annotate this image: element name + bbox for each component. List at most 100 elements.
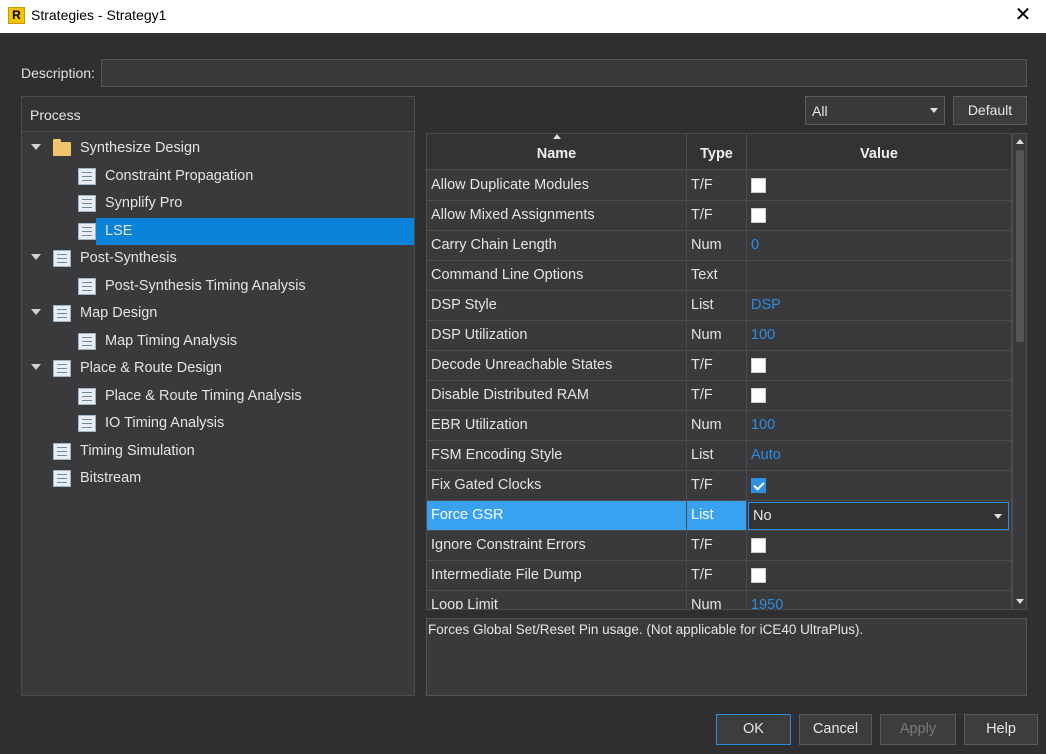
property-value-cell[interactable] [747, 351, 1012, 381]
property-name: Disable Distributed RAM [427, 381, 687, 411]
tree-item[interactable]: Map Design [22, 300, 414, 327]
list-doc-icon [78, 415, 96, 432]
property-value-cell[interactable] [747, 261, 1012, 291]
property-row[interactable]: DSP Style List DSP [427, 291, 1012, 321]
window-title: Strategies - Strategy1 [31, 7, 167, 23]
property-type: T/F [687, 381, 747, 411]
property-value-cell[interactable]: DSP [747, 291, 1012, 321]
tree-item[interactable]: Bitstream [22, 465, 414, 492]
filter-select[interactable]: All [805, 96, 945, 125]
property-value-select-text: No [753, 508, 772, 524]
property-value-cell[interactable] [747, 171, 1012, 201]
property-row[interactable]: Disable Distributed RAM T/F [427, 381, 1012, 411]
property-row[interactable]: Intermediate File Dump T/F [427, 561, 1012, 591]
property-value-cell[interactable] [747, 471, 1012, 501]
property-value-cell[interactable]: Auto [747, 441, 1012, 471]
property-grid: Name Type Value Allow Duplicate Modules T… [426, 133, 1027, 610]
cancel-button[interactable]: Cancel [799, 714, 872, 745]
scroll-up-icon[interactable] [1016, 139, 1024, 144]
property-checkbox[interactable] [751, 478, 766, 493]
tree-item[interactable]: IO Timing Analysis [22, 410, 414, 437]
scroll-thumb[interactable] [1016, 150, 1024, 342]
property-name: FSM Encoding Style [427, 441, 687, 471]
property-value-cell[interactable]: 100 [747, 411, 1012, 441]
description-input[interactable] [101, 59, 1027, 87]
tree-item[interactable]: Place & Route Design [22, 355, 414, 382]
property-value-cell[interactable]: 0 [747, 231, 1012, 261]
property-value-cell[interactable] [747, 531, 1012, 561]
expand-arrow-icon[interactable] [31, 309, 41, 315]
vertical-scrollbar[interactable] [1012, 134, 1026, 609]
property-value-cell[interactable]: No [747, 501, 1012, 531]
tree-item[interactable]: Post-Synthesis [22, 245, 414, 272]
property-value: 100 [751, 327, 776, 343]
property-value-cell[interactable]: 100 [747, 321, 1012, 351]
property-row[interactable]: Ignore Constraint Errors T/F [427, 531, 1012, 561]
list-doc-icon [78, 222, 96, 240]
property-value-cell[interactable]: 1950 [747, 591, 1012, 610]
default-button[interactable]: Default [953, 96, 1027, 125]
tree-item-label: Place & Route Timing Analysis [105, 387, 302, 404]
process-panel: Process Synthesize Design Constraint Prop… [21, 96, 415, 696]
ok-button[interactable]: OK [716, 714, 791, 745]
apply-button[interactable]: Apply [880, 714, 956, 745]
property-value: 1950 [751, 597, 784, 610]
tree-item-label: Bitstream [80, 470, 142, 486]
property-value-cell[interactable] [747, 201, 1012, 231]
property-checkbox[interactable] [751, 208, 766, 223]
property-type: List [687, 501, 747, 531]
column-header-name[interactable]: Name [427, 134, 687, 170]
tree-item[interactable]: Synthesize Design [22, 135, 414, 162]
property-value-cell[interactable] [747, 381, 1012, 411]
description-label: Description: [21, 65, 95, 81]
property-row[interactable]: Force GSR List No [427, 501, 1012, 531]
property-type: T/F [687, 171, 747, 201]
tree-item-label: IO Timing Analysis [105, 415, 225, 431]
list-doc-icon [78, 387, 96, 405]
column-header-value[interactable]: Value [747, 134, 1012, 170]
property-value-select[interactable]: No [748, 502, 1009, 530]
expand-arrow-icon[interactable] [31, 364, 41, 370]
property-row[interactable]: DSP Utilization Num 100 [427, 321, 1012, 351]
expand-arrow-icon[interactable] [31, 254, 41, 260]
tree-item-label: Post-Synthesis Timing Analysis [105, 277, 306, 294]
property-checkbox[interactable] [751, 178, 766, 193]
close-button[interactable]: ✕ [1000, 0, 1046, 33]
tree-item-label: Map Design [80, 305, 158, 321]
property-row[interactable]: Decode Unreachable States T/F [427, 351, 1012, 381]
tree-item[interactable]: Place & Route Timing Analysis [22, 383, 414, 410]
grid-header: Name Type Value [427, 134, 1012, 170]
sort-up-icon [553, 134, 561, 139]
help-button[interactable]: Help [964, 714, 1038, 745]
process-header: Process [22, 97, 414, 132]
property-type: List [687, 441, 747, 471]
property-name: Intermediate File Dump [427, 561, 687, 591]
property-row[interactable]: Allow Duplicate Modules T/F [427, 171, 1012, 201]
expand-arrow-icon[interactable] [31, 144, 41, 150]
property-checkbox[interactable] [751, 538, 766, 553]
property-row[interactable]: EBR Utilization Num 100 [427, 411, 1012, 441]
property-type: T/F [687, 531, 747, 561]
property-value-cell[interactable] [747, 561, 1012, 591]
property-row[interactable]: Loop Limit Num 1950 [427, 591, 1012, 610]
tree-item[interactable]: Map Timing Analysis [22, 328, 414, 355]
tree-item[interactable]: Constraint Propagation [22, 163, 414, 190]
property-name: Loop Limit [427, 591, 687, 609]
tree-item[interactable]: Post-Synthesis Timing Analysis [22, 273, 414, 300]
property-row[interactable]: Command Line Options Text [427, 261, 1012, 291]
tree-item[interactable]: Synplify Pro [22, 190, 414, 217]
scroll-down-icon[interactable] [1016, 599, 1024, 604]
chevron-down-icon [930, 108, 938, 113]
property-row[interactable]: FSM Encoding Style List Auto [427, 441, 1012, 471]
tree-item[interactable]: LSE [78, 217, 414, 245]
property-checkbox[interactable] [751, 388, 766, 403]
property-checkbox[interactable] [751, 568, 766, 583]
property-type: T/F [687, 561, 747, 591]
property-name: Decode Unreachable States [427, 351, 687, 381]
tree-item[interactable]: Timing Simulation [22, 438, 414, 465]
property-checkbox[interactable] [751, 358, 766, 373]
column-header-type[interactable]: Type [687, 134, 747, 170]
property-row[interactable]: Allow Mixed Assignments T/F [427, 201, 1012, 231]
property-row[interactable]: Fix Gated Clocks T/F [427, 471, 1012, 501]
property-row[interactable]: Carry Chain Length Num 0 [427, 231, 1012, 261]
